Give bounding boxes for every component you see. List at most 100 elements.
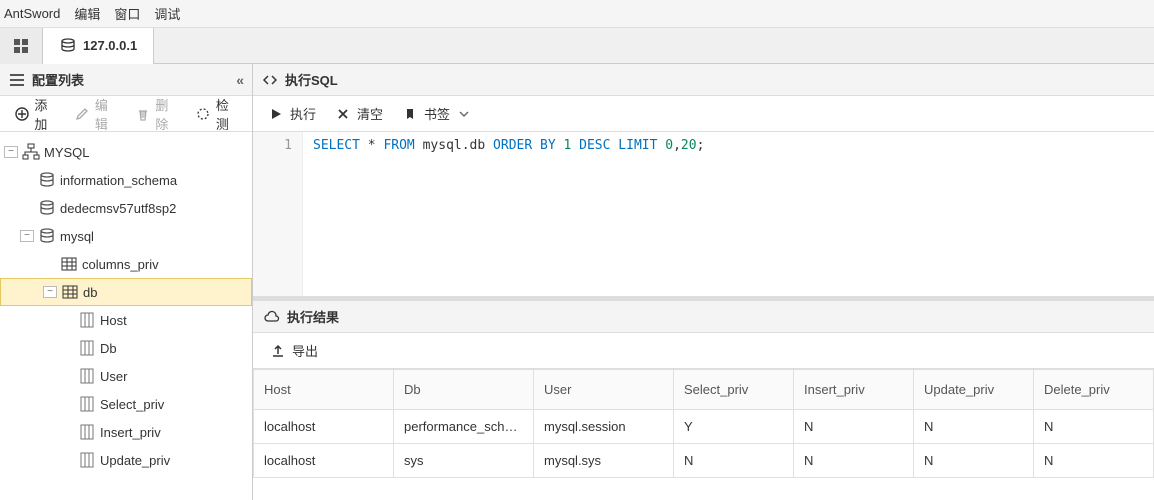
table-header[interactable]: Insert_priv [794, 370, 914, 410]
table-cell: localhost [254, 410, 394, 444]
add-label: 添加 [34, 95, 56, 133]
bookmark-button[interactable]: 书签 [393, 100, 481, 127]
tab-host[interactable]: 127.0.0.1 [43, 28, 154, 64]
toggle-icon [60, 454, 74, 466]
table-header[interactable]: Delete_priv [1034, 370, 1154, 410]
tree-column[interactable]: Select_priv [0, 390, 252, 418]
toggle-icon [42, 258, 56, 270]
tabbar: 127.0.0.1 [0, 28, 1154, 64]
table-row[interactable]: localhostsysmysql.sysNNNN [254, 444, 1154, 478]
grid-icon [12, 37, 30, 55]
database-icon [38, 199, 56, 217]
sidebar-toolbar: 添加 编辑 删除 检测 [0, 96, 252, 132]
db-label: dedecmsv57utf8sp2 [60, 201, 176, 216]
tree-root[interactable]: − MYSQL [0, 138, 252, 166]
table-header[interactable]: Update_priv [914, 370, 1034, 410]
table-cell: localhost [254, 444, 394, 478]
result-table[interactable]: HostDbUserSelect_privInsert_privUpdate_p… [253, 369, 1154, 500]
db-tree[interactable]: − MYSQL information_schema dedecmsv57utf… [0, 132, 252, 500]
toggle-icon [60, 426, 74, 438]
tree-column[interactable]: Insert_priv [0, 418, 252, 446]
table-cell: performance_schema [394, 410, 534, 444]
tree-column[interactable]: Db [0, 334, 252, 362]
root-label: MYSQL [44, 145, 90, 160]
tree-column[interactable]: Update_priv [0, 446, 252, 474]
sitemap-icon [22, 143, 40, 161]
column-label: Insert_priv [100, 425, 161, 440]
table-cell: N [1034, 444, 1154, 478]
table-header[interactable]: Db [394, 370, 534, 410]
menubar: AntSword 编辑 窗口 调试 [0, 0, 1154, 28]
content: 执行SQL 执行 清空 书签 1 SELECT * FROM mysql.db … [253, 64, 1154, 500]
table-label: columns_priv [82, 257, 159, 272]
code-icon [261, 71, 279, 89]
toggle-icon[interactable]: − [20, 230, 34, 242]
table-cell: N [1034, 410, 1154, 444]
sql-toolbar: 执行 清空 书签 [253, 96, 1154, 132]
clear-button[interactable]: 清空 [326, 100, 391, 127]
tree-column[interactable]: User [0, 362, 252, 390]
tree-db-mysql[interactable]: − mysql [0, 222, 252, 250]
column-label: User [100, 369, 127, 384]
table-cell: mysql.sys [534, 444, 674, 478]
column-icon [78, 395, 96, 413]
table-cell: N [914, 410, 1034, 444]
line-gutter: 1 [253, 132, 303, 296]
menu-debug[interactable]: 调试 [154, 4, 180, 23]
toggle-icon[interactable]: − [4, 146, 18, 158]
export-label: 导出 [292, 341, 318, 360]
bookmark-icon [401, 105, 419, 123]
bookmark-label: 书签 [424, 104, 450, 123]
list-icon [8, 71, 26, 89]
tree-table-db[interactable]: − db [0, 278, 252, 306]
edit-button: 编辑 [67, 91, 126, 137]
sql-header: 执行SQL [253, 64, 1154, 96]
tree-column[interactable]: Host [0, 306, 252, 334]
upload-icon [269, 342, 287, 360]
tab-host-label: 127.0.0.1 [83, 38, 137, 53]
plus-circle-icon [14, 105, 29, 123]
code-area[interactable]: SELECT * FROM mysql.db ORDER BY 1 DESC L… [303, 132, 1154, 296]
run-button[interactable]: 执行 [259, 100, 324, 127]
table-header[interactable]: Host [254, 370, 394, 410]
sidebar: 配置列表 « 添加 编辑 删除 检测 − [0, 64, 253, 500]
delete-button: 删除 [127, 91, 186, 137]
toggle-icon [60, 398, 74, 410]
sql-editor[interactable]: 1 SELECT * FROM mysql.db ORDER BY 1 DESC… [253, 132, 1154, 297]
table-cell: mysql.session [534, 410, 674, 444]
table-icon [60, 255, 78, 273]
column-icon [78, 339, 96, 357]
main: 配置列表 « 添加 编辑 删除 检测 − [0, 64, 1154, 500]
column-label: Select_priv [100, 397, 164, 412]
pencil-icon [75, 105, 90, 123]
tree-table[interactable]: columns_priv [0, 250, 252, 278]
delete-label: 删除 [155, 95, 177, 133]
menu-window[interactable]: 窗口 [114, 4, 140, 23]
toggle-icon[interactable]: − [43, 286, 57, 298]
toggle-icon [60, 370, 74, 382]
table-icon [61, 283, 79, 301]
tree-db[interactable]: dedecmsv57utf8sp2 [0, 194, 252, 222]
tree-db[interactable]: information_schema [0, 166, 252, 194]
trash-icon [135, 105, 150, 123]
column-label: Host [100, 313, 127, 328]
database-icon [38, 171, 56, 189]
add-button[interactable]: 添加 [6, 91, 65, 137]
probe-button[interactable]: 检测 [188, 91, 247, 137]
column-icon [78, 311, 96, 329]
table-row[interactable]: localhostperformance_schemamysql.session… [254, 410, 1154, 444]
sidebar-title: 配置列表 [32, 70, 84, 89]
chevron-down-icon [455, 105, 473, 123]
tab-home[interactable] [0, 28, 43, 64]
collapse-icon[interactable]: « [236, 72, 244, 88]
table-cell: N [794, 444, 914, 478]
menu-edit[interactable]: 编辑 [74, 4, 100, 23]
menu-app[interactable]: AntSword [4, 6, 60, 21]
table-header[interactable]: Select_priv [674, 370, 794, 410]
table-cell: N [674, 444, 794, 478]
clear-label: 清空 [357, 104, 383, 123]
toggle-icon [60, 342, 74, 354]
column-label: Update_priv [100, 453, 170, 468]
export-button[interactable]: 导出 [261, 337, 326, 364]
table-header[interactable]: User [534, 370, 674, 410]
